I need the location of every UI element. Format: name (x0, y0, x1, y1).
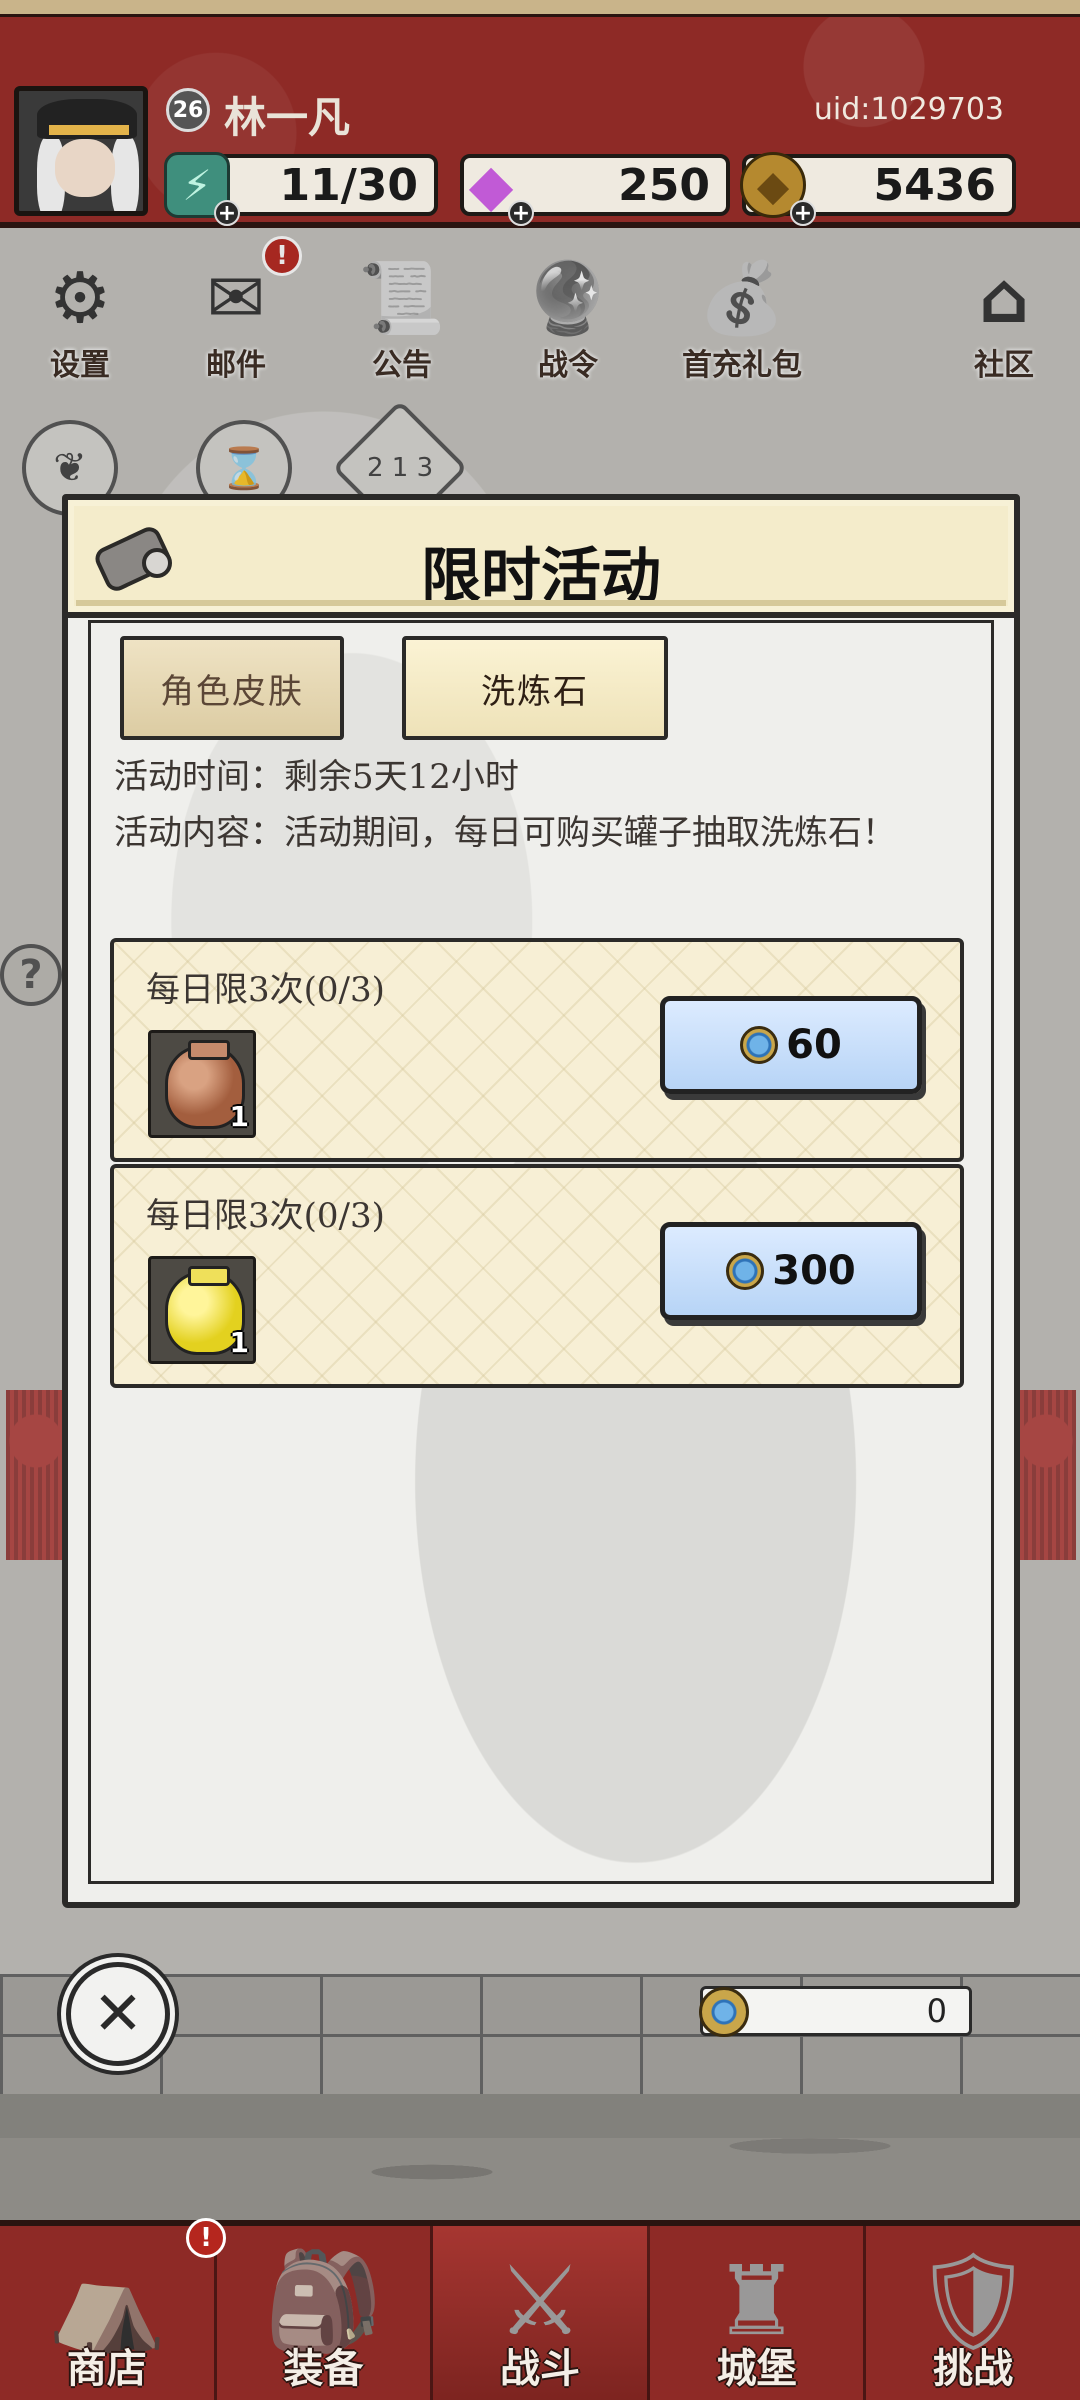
gem-value: 250 (618, 159, 710, 211)
energy-value: 11/30 (279, 159, 418, 211)
event-time-text: 活动时间：剩余5天12小时 (114, 757, 519, 797)
add-gem-button[interactable]: + (508, 200, 534, 226)
price-label: 300 (772, 1248, 856, 1294)
item-slot[interactable]: 1 (148, 1030, 256, 1138)
offer-card: 每日限3次(0/3) 1 60 (110, 938, 964, 1162)
add-gold-button[interactable]: + (790, 200, 816, 226)
daily-limit-label: 每日限3次(0/3) (146, 1196, 385, 1236)
buy-button[interactable]: 300 (660, 1222, 922, 1320)
tab-refining-stone[interactable]: 洗炼石 (402, 636, 668, 740)
nav-item-castle[interactable]: ♜ 城堡 (650, 2226, 867, 2400)
item-quantity: 1 (229, 1100, 249, 1133)
event-content-text: 活动内容：活动期间，每日可购买罐子抽取洗炼石！ (114, 813, 896, 853)
avatar[interactable] (14, 86, 148, 216)
blue-coin-icon (726, 1252, 765, 1290)
daily-limit-label: 每日限3次(0/3) (146, 970, 385, 1010)
blue-coin-icon (699, 1987, 749, 2037)
close-icon: ✕ (92, 1979, 144, 2049)
offer-card: 每日限3次(0/3) 1 300 (110, 1164, 964, 1388)
nav-item-equipment[interactable]: 🎒 装备 (217, 2226, 434, 2400)
nav-item-battle[interactable]: ⚔ 战斗 (433, 2226, 650, 2400)
blue-coin-balance: 0 (699, 1986, 972, 2037)
uid-label: uid:1029703 (813, 92, 1004, 127)
balance-value: 0 (926, 1992, 947, 2030)
level-badge: 26 (166, 88, 210, 132)
modal-title: 限时活动 (421, 542, 661, 612)
top-header: 26 林一凡 uid:1029703 ⚡ + 11/30 ◆ + 250 ◆ +… (0, 0, 1080, 228)
player-name: 林一凡 (224, 93, 351, 142)
gold-value: 5436 (873, 159, 996, 211)
modal-title-bar: 限时活动 (62, 494, 1020, 618)
gold-counter[interactable]: ◆ + 5436 (740, 152, 1016, 226)
price-label: 60 (786, 1022, 842, 1068)
blue-coin-icon (740, 1026, 779, 1064)
close-button[interactable]: ✕ (66, 1962, 170, 2066)
add-energy-button[interactable]: + (214, 200, 240, 226)
energy-counter[interactable]: ⚡ + 11/30 (164, 152, 438, 226)
bottom-nav: ⛺ ! 商店 🎒 装备 ⚔ 战斗 ♜ 城堡 🛡 挑战 (0, 2218, 1080, 2400)
nav-item-shop[interactable]: ⛺ ! 商店 (0, 2218, 226, 2400)
tab-character-skin[interactable]: 角色皮肤 (120, 636, 344, 740)
item-slot[interactable]: 1 (148, 1256, 256, 1364)
item-quantity: 1 (229, 1326, 249, 1359)
nav-item-challenge[interactable]: 🛡 挑战 (866, 2226, 1080, 2400)
gem-counter[interactable]: ◆ + 250 (460, 151, 730, 226)
buy-button[interactable]: 60 (660, 996, 922, 1094)
